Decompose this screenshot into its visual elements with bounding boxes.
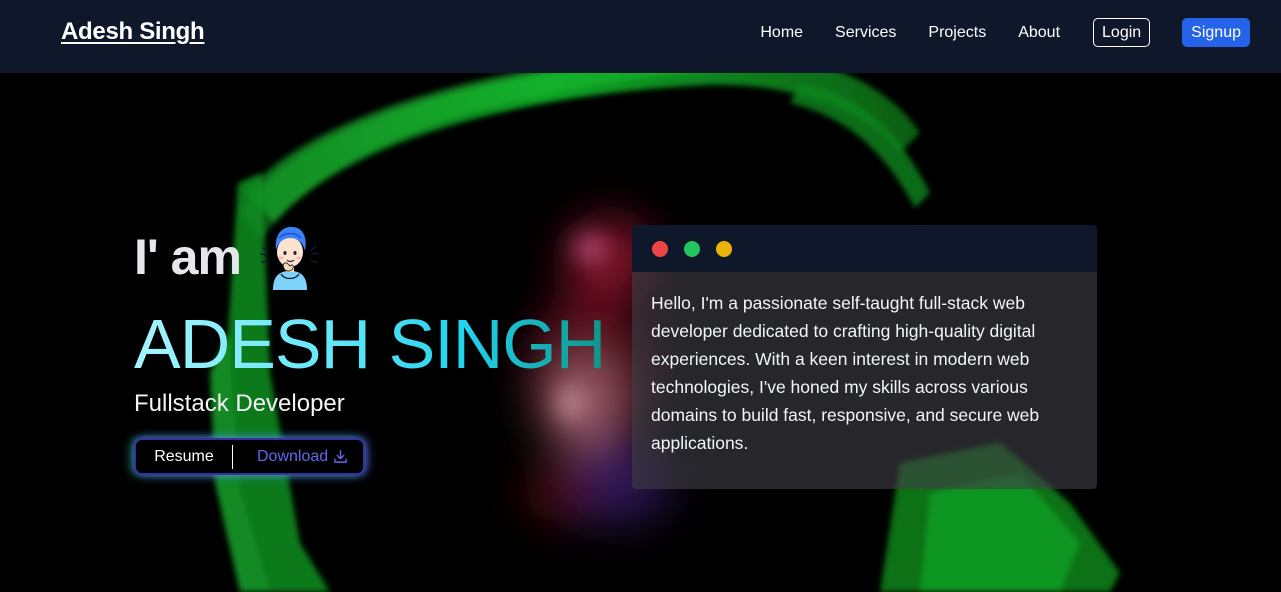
green-dot-icon bbox=[684, 240, 700, 257]
download-resume-link[interactable]: Download bbox=[257, 448, 348, 466]
page: Adesh Singh Home Services Projects About… bbox=[0, 0, 1281, 592]
nav-links: Home Services Projects About Login Signu… bbox=[760, 18, 1250, 47]
hero-name: ADESH SINGH bbox=[134, 305, 606, 383]
nav-link-about[interactable]: About bbox=[1018, 24, 1060, 42]
red-dot-icon bbox=[652, 240, 668, 257]
about-terminal-card: Hello, I'm a passionate self-taught full… bbox=[632, 225, 1097, 489]
developer-avatar-icon bbox=[260, 226, 319, 290]
divider bbox=[232, 444, 233, 469]
navbar: Adesh Singh Home Services Projects About… bbox=[0, 0, 1281, 73]
nav-link-projects[interactable]: Projects bbox=[928, 24, 986, 42]
hero-intro: I' am ADESH SINGH Fullstack Developer Re… bbox=[134, 222, 606, 475]
signup-button[interactable]: Signup bbox=[1182, 18, 1250, 47]
hero-role: Fullstack Developer bbox=[134, 390, 345, 417]
yellow-dot-icon bbox=[716, 240, 732, 257]
login-button[interactable]: Login bbox=[1093, 18, 1151, 47]
terminal-titlebar bbox=[632, 225, 1097, 272]
resume-label: Resume bbox=[154, 447, 214, 465]
nav-link-home[interactable]: Home bbox=[760, 24, 803, 42]
download-label: Download bbox=[257, 447, 329, 465]
intro-text: I' am bbox=[134, 229, 242, 285]
brand-logo-link[interactable]: Adesh Singh bbox=[61, 18, 205, 46]
download-icon bbox=[334, 450, 347, 463]
bio-text: Hello, I'm a passionate self-taught full… bbox=[651, 293, 1040, 453]
resume-download-box: Resume Download bbox=[134, 438, 365, 475]
intro-row: I' am bbox=[134, 222, 605, 292]
nav-link-services[interactable]: Services bbox=[835, 24, 896, 42]
